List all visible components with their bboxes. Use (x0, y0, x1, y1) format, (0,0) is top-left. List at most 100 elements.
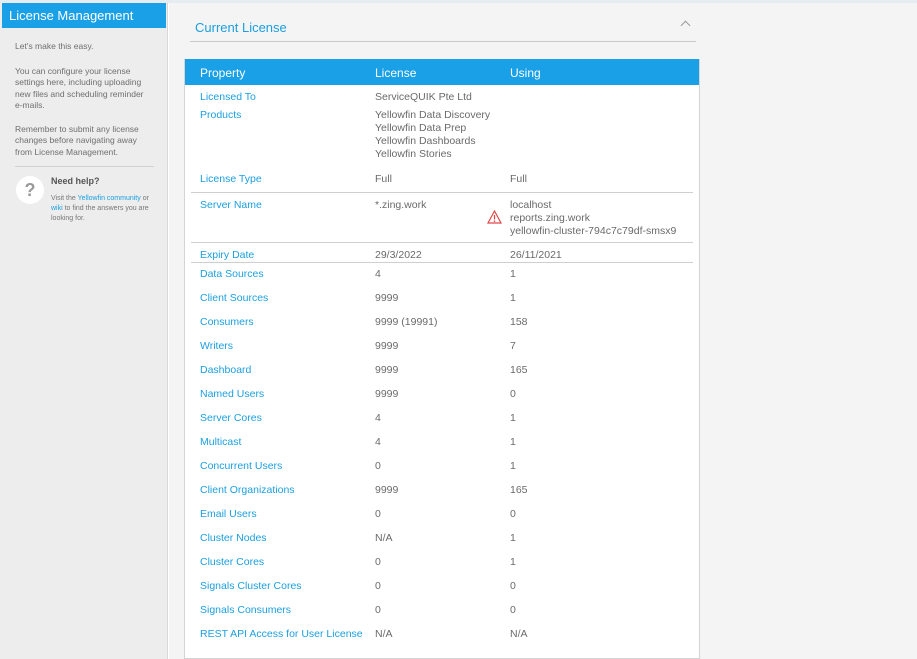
table-row: Licensed To ServiceQUIK Pte Ltd (185, 85, 699, 109)
license-value-line: Yellowfin Stories (375, 148, 452, 160)
license-value-line: Yellowfin Data Discovery (375, 109, 491, 121)
using-value: 1 (510, 436, 516, 448)
license-value: 9999 (375, 364, 399, 376)
table-row: Client Organizations 9999 165 (185, 479, 699, 503)
license-value: 29/3/2022 (375, 249, 422, 261)
header-using: Using (510, 66, 541, 80)
license-value: ServiceQUIK Pte Ltd (375, 91, 472, 103)
using-value: 1 (510, 532, 516, 544)
chevron-up-icon[interactable] (680, 20, 691, 31)
license-table: Property License Using Licensed To Servic… (184, 59, 700, 659)
sidebar-title: License Management (2, 3, 166, 28)
license-value: N/A (375, 628, 393, 640)
property-label[interactable]: Server Name (200, 199, 262, 212)
using-value: 0 (510, 580, 516, 592)
property-label[interactable]: Products (200, 109, 241, 122)
property-label[interactable]: Client Sources (200, 292, 268, 305)
property-label[interactable]: License Type (200, 173, 262, 186)
current-license-header[interactable]: Current License (190, 3, 696, 42)
question-icon: ? (16, 176, 44, 204)
property-label[interactable]: Data Sources (200, 268, 264, 281)
license-value: 4 (375, 268, 381, 280)
property-label[interactable]: Writers (200, 340, 233, 353)
license-value: 4 (375, 412, 381, 424)
property-label[interactable]: Multicast (200, 436, 241, 449)
using-value: 1 (510, 460, 516, 472)
using-value: 26/11/2021 (510, 249, 562, 261)
property-label[interactable]: Signals Cluster Cores (200, 580, 302, 593)
using-value: 0 (510, 508, 516, 520)
license-value: 4 (375, 436, 381, 448)
table-row: Email Users 0 0 (185, 503, 699, 527)
wiki-link[interactable]: wiki (51, 205, 63, 212)
warning-triangle-icon (487, 210, 502, 224)
using-value: 1 (510, 556, 516, 568)
using-value-line: reports.zing.work (510, 212, 590, 224)
table-row: Writers 9999 7 (185, 335, 699, 359)
license-value: 9999 (19991) (375, 316, 438, 328)
property-label[interactable]: Signals Consumers (200, 604, 291, 617)
license-value: 0 (375, 556, 381, 568)
using-value: 1 (510, 268, 516, 280)
table-row: Named Users 9999 0 (185, 383, 699, 407)
using-value: 165 (510, 484, 528, 496)
using-value-line: yellowfin-cluster-794c7c79df-smsx9 (510, 225, 677, 237)
property-label[interactable]: Named Users (200, 388, 264, 401)
table-row: Dashboard 9999 165 (185, 359, 699, 383)
table-row: Cluster Nodes N/A 1 (185, 527, 699, 551)
table-row: Multicast 4 1 (185, 431, 699, 455)
help-title: Need help? (51, 176, 100, 186)
using-value: 158 (510, 316, 528, 328)
property-label[interactable]: Expiry Date (200, 249, 254, 262)
table-row: REST API Access for User License N/A N/A (185, 623, 699, 647)
license-value: 0 (375, 460, 381, 472)
table-row: Products Yellowfin Data Discovery Yellowfi… (185, 109, 699, 173)
table-row: License Type Full Full (191, 173, 693, 193)
sidebar-intro: Let's make this easy. (15, 41, 94, 51)
sidebar-paragraph-config: You can configure your license settings … (15, 65, 144, 111)
license-value: 0 (375, 580, 381, 592)
section-title: Current License (195, 20, 287, 35)
license-value: Yellowfin Data Discovery Yellowfin Data P… (375, 109, 490, 161)
using-value-line: localhost (510, 199, 552, 211)
license-value: 0 (375, 508, 381, 520)
header-license: License (375, 66, 417, 80)
license-value: N/A (375, 532, 393, 544)
table-row: Cluster Cores 0 1 (185, 551, 699, 575)
table-row: Expiry Date 29/3/2022 26/11/2021 (191, 243, 693, 263)
property-label[interactable]: REST API Access for User License (200, 628, 363, 641)
using-value: 1 (510, 412, 516, 424)
help-text-post: to find the answers you are looking for. (51, 205, 149, 222)
sidebar-divider (15, 166, 154, 167)
property-label[interactable]: Cluster Nodes (200, 532, 267, 545)
using-value: 0 (510, 388, 516, 400)
help-text-pre: Visit the (51, 195, 78, 202)
sidebar: License Management Let's make this easy.… (0, 3, 168, 659)
sidebar-paragraph-submit: Remember to submit any license changes b… (15, 123, 139, 157)
license-value-line: Yellowfin Dashboards (375, 135, 476, 147)
property-label[interactable]: Server Cores (200, 412, 262, 425)
help-text-mid: or (140, 195, 149, 202)
table-row: Concurrent Users 0 1 (185, 455, 699, 479)
property-label[interactable]: Concurrent Users (200, 460, 282, 473)
community-link[interactable]: Yellowfin community (78, 195, 141, 202)
table-row: Client Sources 9999 1 (185, 287, 699, 311)
property-label[interactable]: Licensed To (200, 91, 256, 104)
property-label[interactable]: Cluster Cores (200, 556, 264, 569)
table-row: Server Name *.zing.work localhost reports.z… (191, 193, 693, 243)
property-label[interactable]: Consumers (200, 316, 254, 329)
header-property: Property (200, 66, 246, 80)
license-value: 9999 (375, 484, 399, 496)
using-value: 7 (510, 340, 516, 352)
property-label[interactable]: Client Organizations (200, 484, 295, 497)
table-row: Server Cores 4 1 (185, 407, 699, 431)
license-value: 9999 (375, 388, 399, 400)
table-body: Licensed To ServiceQUIK Pte Ltd Products Ye… (185, 85, 699, 647)
help-box: ? Need help? Visit the Yellowfin communi… (0, 174, 167, 234)
license-value: 9999 (375, 340, 399, 352)
property-label[interactable]: Email Users (200, 508, 257, 521)
license-value: 0 (375, 604, 381, 616)
property-label[interactable]: Dashboard (200, 364, 251, 377)
table-header: Property License Using (185, 59, 699, 85)
table-row: Data Sources 4 1 (185, 263, 699, 287)
